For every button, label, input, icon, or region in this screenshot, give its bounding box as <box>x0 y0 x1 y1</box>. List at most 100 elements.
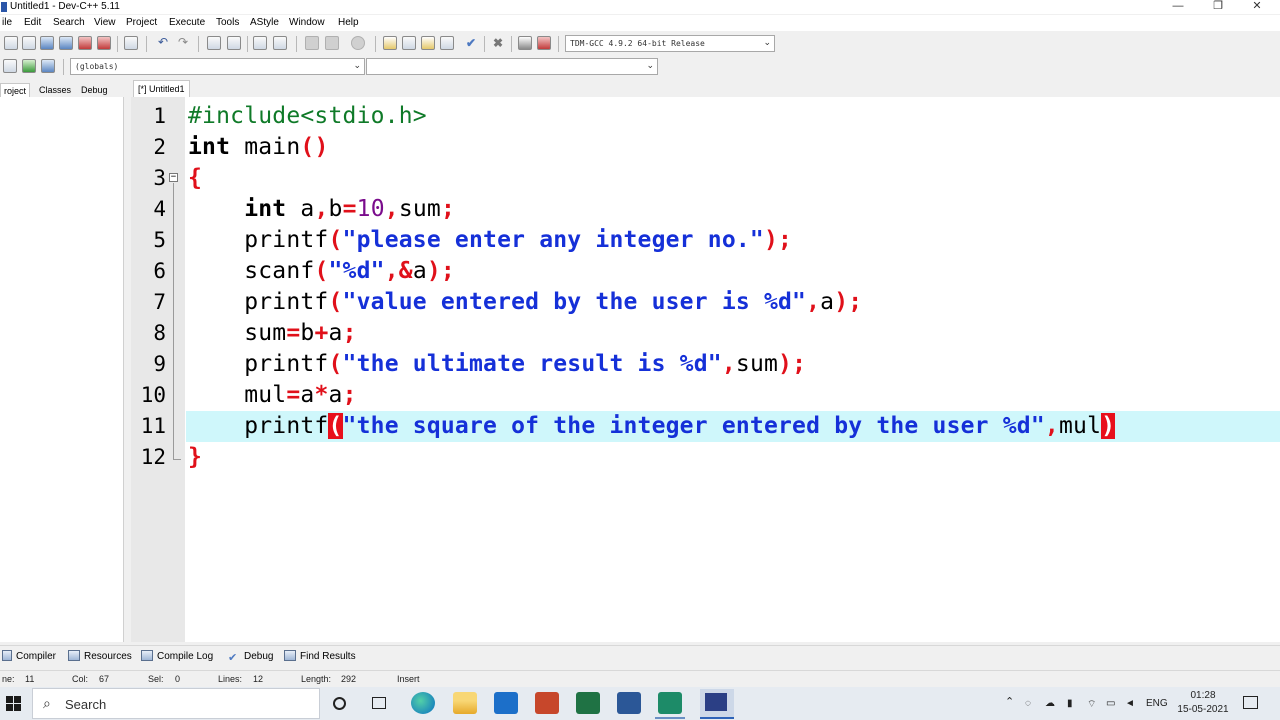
tab-compiler[interactable]: Compiler <box>2 650 56 663</box>
status-length-value: 292 <box>341 674 357 684</box>
goto-icon[interactable] <box>41 59 55 73</box>
code-line[interactable]: printf("please enter any integer no."); <box>188 225 792 256</box>
code-line[interactable]: printf("value entered by the user is %d"… <box>188 287 862 318</box>
status-col-label: Col: <box>72 674 89 684</box>
run-icon[interactable] <box>402 36 416 50</box>
tab-resources[interactable]: Resources <box>68 650 132 663</box>
close-file-icon[interactable] <box>78 36 92 50</box>
save-all-icon[interactable] <box>59 36 73 50</box>
code-token: = <box>286 382 301 408</box>
fold-collapse-icon[interactable]: − <box>169 173 178 182</box>
stop-execution-icon[interactable]: ✖ <box>491 36 505 50</box>
debug-icon[interactable] <box>537 36 551 50</box>
code-line[interactable]: #include<stdio.h> <box>188 101 427 132</box>
restore-button[interactable]: ❐ <box>1198 0 1238 14</box>
mail-icon[interactable] <box>494 692 518 714</box>
task-view-icon[interactable] <box>372 697 386 709</box>
active-app-indicator <box>700 717 734 719</box>
tab-classes[interactable]: Classes <box>36 83 74 97</box>
code-token: sum <box>398 196 441 222</box>
file-explorer-icon[interactable] <box>453 692 477 714</box>
menu-file[interactable]: ile <box>2 17 12 28</box>
code-line[interactable]: printf("the ultimate result is %d",sum); <box>188 349 806 380</box>
goto-back-icon[interactable] <box>305 36 319 50</box>
code-line[interactable]: } <box>188 442 202 473</box>
compile-icon[interactable] <box>383 36 397 50</box>
indent-icon[interactable] <box>253 36 267 50</box>
notes-app-icon[interactable] <box>658 692 682 714</box>
code-token: = <box>342 196 357 222</box>
find-icon[interactable] <box>207 36 221 50</box>
code-token: printf <box>188 289 329 315</box>
taskbar-search-box[interactable]: ⌕ Search <box>32 688 320 719</box>
tab-project[interactable]: roject <box>0 83 31 97</box>
open-file-icon[interactable] <box>22 36 36 50</box>
minimize-button[interactable]: — <box>1158 0 1198 14</box>
rebuild-icon[interactable] <box>440 36 454 50</box>
insert-icon[interactable] <box>3 59 17 73</box>
code-token: ); <box>778 351 807 377</box>
menu-edit[interactable]: Edit <box>24 17 41 28</box>
redo-icon[interactable]: ↷ <box>176 36 190 50</box>
code-line[interactable]: int a,b=10,sum; <box>188 194 455 225</box>
notifications-icon[interactable] <box>1243 696 1258 709</box>
close-all-icon[interactable] <box>97 36 111 50</box>
menu-astyle[interactable]: AStyle <box>250 17 279 28</box>
save-icon[interactable] <box>40 36 54 50</box>
syntax-check-icon[interactable]: ✔ <box>464 36 478 50</box>
mic-icon[interactable]: ▮ <box>1067 698 1073 709</box>
tab-debug-output[interactable]: ✔ Debug <box>228 650 273 664</box>
line-number: 12 <box>140 445 166 469</box>
compiler-select[interactable]: TDM-GCC 4.9.2 64-bit Release ⌄ <box>565 35 775 52</box>
excel-icon[interactable] <box>576 692 600 714</box>
onedrive-icon[interactable]: ◌ <box>1025 698 1031 709</box>
project-tree[interactable] <box>0 97 124 642</box>
menu-window[interactable]: Window <box>289 17 325 28</box>
battery-icon[interactable]: ▭ <box>1106 698 1115 709</box>
replace-icon[interactable] <box>227 36 241 50</box>
undo-icon[interactable]: ↶ <box>156 36 170 50</box>
devcpp-taskbar-icon[interactable] <box>700 689 734 718</box>
profile-icon[interactable] <box>518 36 532 50</box>
scope-select[interactable]: (globals) ⌄ <box>70 58 365 75</box>
cloud-icon[interactable]: ☁ <box>1045 698 1055 709</box>
language-indicator[interactable]: ENG <box>1146 698 1168 709</box>
compile-run-icon[interactable] <box>421 36 435 50</box>
code-line[interactable]: int main() <box>188 132 329 163</box>
show-hidden-icons-icon[interactable]: ⌃ <box>1005 695 1014 708</box>
code-line[interactable]: scanf("%d",&a); <box>188 256 455 287</box>
menu-help[interactable]: Help <box>338 17 359 28</box>
new-file-icon[interactable] <box>4 36 18 50</box>
tab-debug[interactable]: Debug <box>78 83 111 97</box>
unindent-icon[interactable] <box>273 36 287 50</box>
volume-icon[interactable]: ◄ <box>1125 698 1135 709</box>
powerpoint-icon[interactable] <box>535 692 559 714</box>
menu-execute[interactable]: Execute <box>169 17 205 28</box>
edge-icon[interactable] <box>411 692 435 714</box>
clock[interactable]: 01:28 15-05-2021 <box>1172 689 1234 717</box>
tab-compiler-label: Compiler <box>16 651 57 662</box>
cortana-icon[interactable] <box>333 697 346 710</box>
tab-find-results[interactable]: Find Results <box>284 650 356 663</box>
code-line[interactable]: { <box>188 163 202 194</box>
code-line[interactable]: sum=b+a; <box>188 318 357 349</box>
network-icon[interactable]: ⌔ <box>1087 698 1096 711</box>
goto-forward-icon[interactable] <box>325 36 339 50</box>
menu-project[interactable]: Project <box>126 17 157 28</box>
toggle-icon[interactable] <box>22 59 36 73</box>
close-button[interactable]: ✕ <box>1237 0 1277 14</box>
word-icon[interactable] <box>617 692 641 714</box>
menu-search[interactable]: Search <box>53 17 85 28</box>
menu-view[interactable]: View <box>94 17 116 28</box>
toggle-bookmark-icon[interactable] <box>351 36 365 50</box>
windows-start-icon[interactable] <box>6 696 22 712</box>
code-token: printf <box>188 413 329 439</box>
tab-compile-log[interactable]: Compile Log <box>141 650 213 663</box>
code-line[interactable]: printf("the square of the integer entere… <box>188 411 1116 442</box>
print-icon[interactable] <box>124 36 138 50</box>
code-line[interactable]: mul=a*a; <box>188 380 357 411</box>
editor-tab-untitled1[interactable]: [*] Untitled1 <box>133 80 190 97</box>
member-select[interactable]: ⌄ <box>366 58 658 75</box>
menu-tools[interactable]: Tools <box>216 17 239 28</box>
